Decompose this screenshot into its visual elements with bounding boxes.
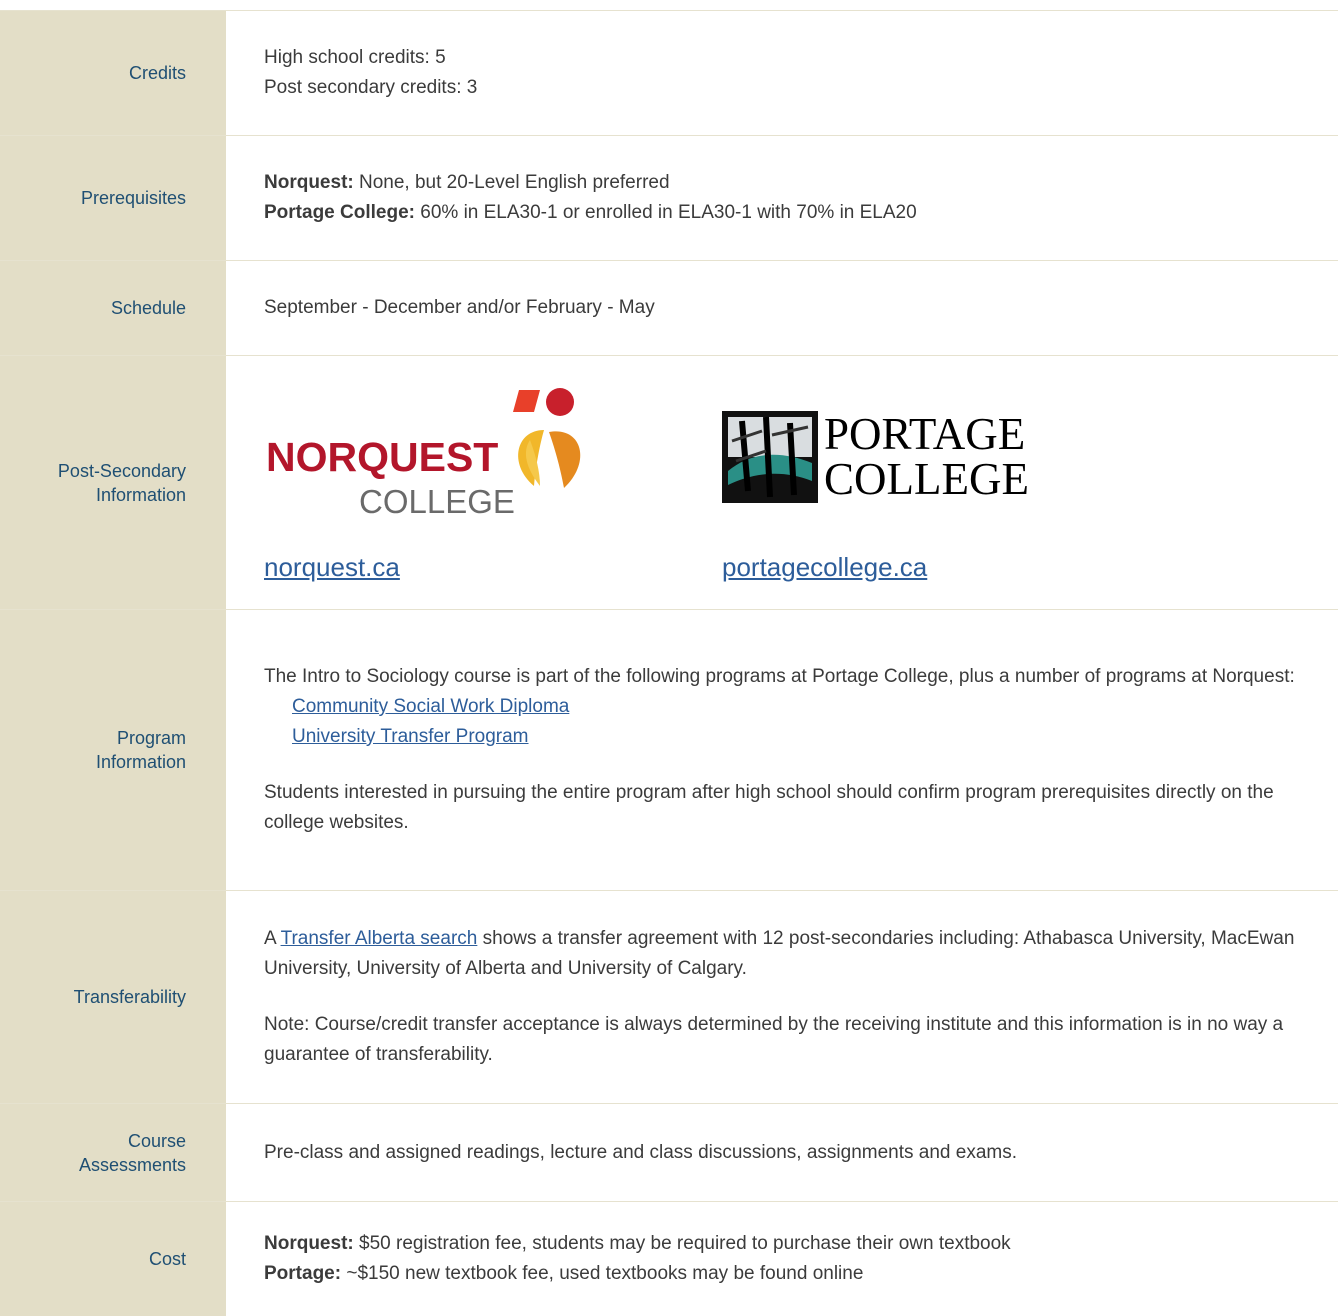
college-logos: NORQUEST COLLEGE norquest.ca PORTAGE COL… <box>264 382 1318 584</box>
prereq-norquest: Norquest: None, but 20-Level English pre… <box>264 168 1318 198</box>
label-assessments-line1: Course <box>127 1130 186 1151</box>
cost-norquest: Norquest: $50 registration fee, students… <box>264 1229 1318 1259</box>
portage-column: PORTAGE COLLEGE portagecollege.ca <box>722 382 1042 584</box>
value-prerequisites: Norquest: None, but 20-Level English pre… <box>226 136 1338 260</box>
norquest-link[interactable]: norquest.ca <box>264 550 722 584</box>
portage-logo-text: PORTAGE COLLEGE <box>824 408 1029 504</box>
row-prerequisites: Prerequisites Norquest: None, but 20-Lev… <box>0 136 1338 261</box>
assessments-text: Pre-class and assigned readings, lecture… <box>264 1141 1017 1163</box>
cost-portage: Portage: ~$150 new textbook fee, used te… <box>264 1259 1318 1289</box>
label-prerequisites: Prerequisites <box>0 136 226 260</box>
label-course-assessments: Course Assessments <box>0 1104 226 1201</box>
row-transferability: Transferability A Transfer Alberta searc… <box>0 891 1338 1104</box>
row-credits: Credits High school credits: 5 Post seco… <box>0 11 1338 136</box>
label-program-information: Program Information <box>0 610 226 890</box>
portage-link[interactable]: portagecollege.ca <box>722 550 1042 584</box>
row-schedule: Schedule September - December and/or Feb… <box>0 261 1338 356</box>
university-transfer-link[interactable]: University Transfer Program <box>292 726 529 747</box>
norquest-logo-word: NORQUEST <box>266 433 499 480</box>
value-schedule: September - December and/or February - M… <box>226 261 1338 355</box>
prereq-norquest-text: None, but 20-Level English preferred <box>353 172 670 193</box>
norquest-logo: NORQUEST COLLEGE <box>264 382 594 522</box>
cost-norquest-text: $50 registration fee, students may be re… <box>353 1233 1011 1254</box>
high-school-credits: High school credits: 5 <box>264 47 446 68</box>
label-program-line2: Information <box>95 752 186 772</box>
value-program-information: The Intro to Sociology course is part of… <box>226 610 1338 890</box>
schedule-text: September - December and/or February - M… <box>264 297 655 318</box>
row-post-secondary: Post-Secondary Information NORQUEST COLL… <box>0 356 1338 610</box>
value-post-secondary: NORQUEST COLLEGE norquest.ca PORTAGE COL… <box>226 356 1338 609</box>
prereq-norquest-label: Norquest: <box>264 172 354 193</box>
value-course-assessments: Pre-class and assigned readings, lecture… <box>226 1104 1338 1201</box>
prereq-portage: Portage College: 60% in ELA30-1 or enrol… <box>264 198 1318 228</box>
top-divider <box>0 0 1338 11</box>
value-credits: High school credits: 5 Post secondary cr… <box>226 11 1338 135</box>
cost-portage-text: ~$150 new textbook fee, used textbooks m… <box>341 1263 864 1284</box>
label-post-secondary-line1: Post-Secondary <box>57 460 186 481</box>
transfer-text: A Transfer Alberta search shows a transf… <box>264 924 1318 984</box>
portage-logo: PORTAGE COLLEGE <box>722 382 1042 522</box>
label-schedule: Schedule <box>0 261 226 355</box>
label-transferability: Transferability <box>0 891 226 1103</box>
cost-portage-label: Portage: <box>264 1263 342 1284</box>
label-credits: Credits <box>0 11 226 135</box>
community-social-work-link[interactable]: Community Social Work Diploma <box>292 696 569 717</box>
row-course-assessments: Course Assessments Pre-class and assigne… <box>0 1104 1338 1202</box>
transfer-alberta-link[interactable]: Transfer Alberta search <box>281 928 478 949</box>
label-cost: Cost <box>0 1202 226 1316</box>
label-program-line1: Program <box>116 728 186 748</box>
norquest-logo-college: COLLEGE <box>359 482 515 520</box>
row-cost: Cost Norquest: $50 registration fee, stu… <box>0 1202 1338 1316</box>
course-info-table: Credits High school credits: 5 Post seco… <box>0 0 1338 1316</box>
transfer-prefix: A <box>264 928 281 949</box>
prereq-portage-text: 60% in ELA30-1 or enrolled in ELA30-1 wi… <box>414 202 917 223</box>
post-secondary-credits: Post secondary credits: 3 <box>264 77 478 98</box>
program-links: Community Social Work Diploma University… <box>264 692 1318 752</box>
transfer-note: Note: Course/credit transfer acceptance … <box>264 1014 1284 1065</box>
program-intro: The Intro to Sociology course is part of… <box>264 666 1295 687</box>
portage-logo-line2: COLLEGE <box>824 453 1029 504</box>
portage-emblem-icon <box>722 410 818 503</box>
prereq-portage-label: Portage College: <box>264 202 415 223</box>
portage-logo-line1: PORTAGE <box>824 408 1026 459</box>
norquest-column: NORQUEST COLLEGE norquest.ca <box>264 382 722 584</box>
label-post-secondary-line2: Information <box>95 484 186 505</box>
cost-norquest-label: Norquest: <box>264 1233 354 1254</box>
row-program-information: Program Information The Intro to Sociolo… <box>0 610 1338 891</box>
label-post-secondary: Post-Secondary Information <box>0 356 226 609</box>
value-cost: Norquest: $50 registration fee, students… <box>226 1202 1338 1316</box>
value-transferability: A Transfer Alberta search shows a transf… <box>226 891 1338 1103</box>
program-note: Students interested in pursuing the enti… <box>264 782 1274 833</box>
label-assessments-line2: Assessments <box>78 1154 186 1175</box>
